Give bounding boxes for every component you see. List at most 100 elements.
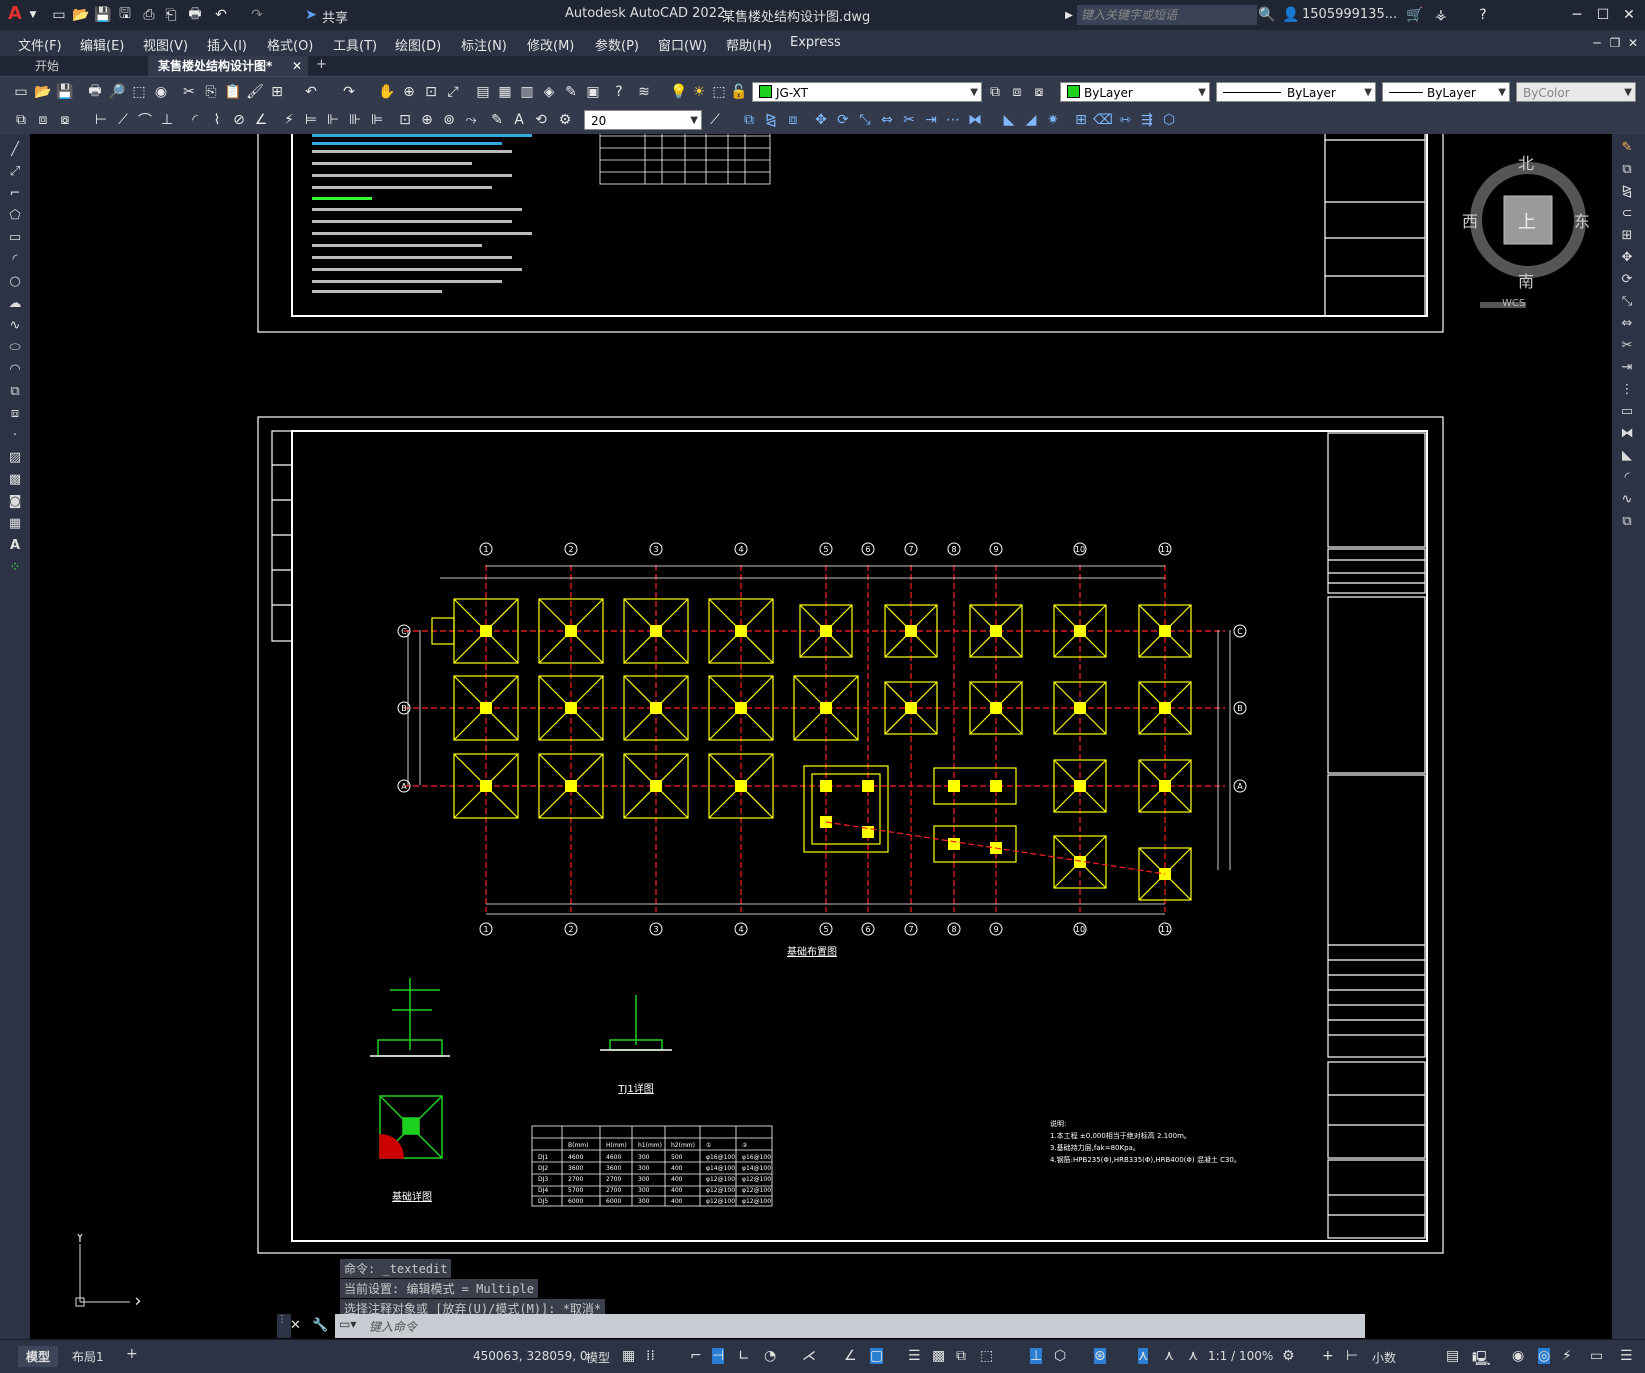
- plot-icon[interactable]: 🖶: [186, 6, 204, 24]
- viewcube-east[interactable]: 东: [1574, 208, 1590, 232]
- add-selected-icon[interactable]: ⁘: [6, 560, 24, 578]
- help-icon[interactable]: ?: [1474, 6, 1492, 24]
- stretch-r-icon[interactable]: ⇔: [1618, 316, 1636, 334]
- matchprop-icon[interactable]: 🖌: [246, 83, 264, 101]
- autoscale-icon[interactable]: ⋏: [1164, 1348, 1174, 1364]
- dim-space-icon[interactable]: ⊪: [346, 111, 364, 129]
- grid-icon[interactable]: ▦: [622, 1348, 635, 1364]
- dim-angular-icon[interactable]: ∠: [252, 111, 270, 129]
- offset-r-icon[interactable]: ⊂: [1618, 206, 1636, 224]
- doc-restore-icon[interactable]: ❐: [1606, 34, 1624, 52]
- menu-help[interactable]: 帮助(H): [726, 35, 772, 54]
- publish3d-icon[interactable]: ⬚: [130, 83, 148, 101]
- dim-linear-icon[interactable]: ⊢: [92, 111, 110, 129]
- copy-obj-icon[interactable]: ⧉: [740, 111, 758, 129]
- menu-insert[interactable]: 插入(I): [207, 35, 247, 54]
- preview-icon[interactable]: 🔎: [108, 83, 126, 101]
- layer-unisolate-icon[interactable]: ⧇: [56, 111, 74, 129]
- wcs-menu[interactable]: WCS: [1502, 298, 1525, 309]
- block-icon[interactable]: ⊞: [268, 83, 286, 101]
- rectangle-icon[interactable]: ▭: [6, 230, 24, 248]
- center-mark-icon[interactable]: ⊕: [418, 111, 436, 129]
- explode-r-icon[interactable]: ⧉: [1618, 514, 1636, 532]
- selection-cycling-icon[interactable]: ⧉: [956, 1348, 966, 1364]
- offset-icon[interactable]: ⧈: [784, 111, 802, 129]
- tolerance-icon[interactable]: ⊡: [396, 111, 414, 129]
- hardware-accel-icon[interactable]: ◎: [1538, 1348, 1551, 1364]
- tab-close-icon[interactable]: ✕: [292, 56, 302, 76]
- make-block-icon[interactable]: ⧈: [6, 406, 24, 424]
- cart-icon[interactable]: 🛒: [1406, 6, 1424, 24]
- polygon-icon[interactable]: ⬠: [6, 208, 24, 226]
- viewcube-west[interactable]: 西: [1462, 208, 1478, 232]
- dropdown-icon[interactable]: ▼: [24, 6, 42, 24]
- inspect-icon[interactable]: ⊚: [440, 111, 458, 129]
- insert-block-icon[interactable]: ⧉: [6, 384, 24, 402]
- polar-icon[interactable]: ◔: [764, 1348, 776, 1364]
- undo2-icon[interactable]: ↶: [302, 83, 320, 101]
- menu-edit[interactable]: 编辑(E): [80, 35, 124, 54]
- viewcube[interactable]: 北 南 西 东 上 WCS: [1462, 148, 1590, 316]
- dim-arc-icon[interactable]: ⌒: [136, 111, 154, 129]
- isodraft-icon[interactable]: ⋌: [802, 1348, 816, 1364]
- menu-view[interactable]: 视图(V): [143, 35, 188, 54]
- viewcube-top-face[interactable]: 上: [1518, 208, 1536, 234]
- array-r-icon[interactable]: ⊞: [1618, 228, 1636, 246]
- region-icon[interactable]: ◙: [6, 494, 24, 512]
- help2-icon[interactable]: ?: [610, 83, 628, 101]
- maximize-icon[interactable]: ☐: [1594, 6, 1612, 24]
- dim-aligned-icon[interactable]: ⟋: [114, 111, 132, 129]
- mtext-icon[interactable]: A: [6, 538, 24, 556]
- align-icon[interactable]: ⇶: [1138, 111, 1156, 129]
- scale-r-icon[interactable]: ⤡: [1618, 294, 1636, 312]
- fillet-r-icon[interactable]: ◜: [1618, 470, 1636, 488]
- tab-layout1[interactable]: 布局1: [72, 1348, 104, 1365]
- menu-tools[interactable]: 工具(T): [333, 35, 377, 54]
- search-icon[interactable]: 🔍: [1258, 6, 1276, 24]
- extend-r-icon[interactable]: ⇥: [1618, 360, 1636, 378]
- open-icon[interactable]: 📂: [72, 6, 90, 24]
- annotation-monitor-icon[interactable]: +: [1322, 1348, 1334, 1364]
- share-icon[interactable]: ➤: [302, 6, 320, 24]
- join-r-icon[interactable]: ⧓: [1618, 426, 1636, 444]
- isolate-objects-icon[interactable]: ◉: [1512, 1348, 1524, 1364]
- pan-icon[interactable]: ✋: [378, 83, 396, 101]
- line-icon[interactable]: ╱: [6, 142, 24, 160]
- osnap-tracking-icon[interactable]: ∠: [844, 1348, 857, 1364]
- zoom-realtime-icon[interactable]: ⊕: [400, 83, 418, 101]
- copy-r-icon[interactable]: ⧉: [1618, 162, 1636, 180]
- markup-icon[interactable]: ✎: [562, 83, 580, 101]
- saveas-icon[interactable]: 🖫: [116, 6, 134, 24]
- zoom-previous-icon[interactable]: ⤢: [444, 83, 462, 101]
- snap-icon[interactable]: ⁞⁞: [646, 1348, 655, 1364]
- command-close-icon[interactable]: ✕: [290, 1318, 301, 1333]
- paste-icon[interactable]: 📋: [224, 83, 242, 101]
- units-icon[interactable]: ⊢: [1346, 1348, 1358, 1364]
- user-icon[interactable]: 👤: [1282, 6, 1300, 24]
- break-r-icon[interactable]: ▭: [1618, 404, 1636, 422]
- close-icon[interactable]: ✕: [1620, 6, 1638, 24]
- zoom-window-icon[interactable]: ⊡: [422, 83, 440, 101]
- polyline-icon[interactable]: ⌐: [6, 186, 24, 204]
- chamfer-r-icon[interactable]: ◣: [1618, 448, 1636, 466]
- fillet-icon[interactable]: ◢: [1022, 111, 1040, 129]
- array-icon[interactable]: ⊞: [1072, 111, 1090, 129]
- bulb-icon[interactable]: 💡: [670, 83, 688, 101]
- scale-icon[interactable]: ⤡: [856, 111, 874, 129]
- xline-icon[interactable]: ⤢: [6, 164, 24, 182]
- annotation-visibility-icon[interactable]: ⋏: [1138, 1348, 1149, 1364]
- rotate-icon[interactable]: ⟳: [834, 111, 852, 129]
- 3dosnap-icon[interactable]: ⬚: [980, 1348, 993, 1364]
- transparency-icon[interactable]: ▩: [932, 1348, 945, 1364]
- dim-continue-icon[interactable]: ⊩: [324, 111, 342, 129]
- osnap-icon[interactable]: ▢: [870, 1348, 884, 1364]
- redo-icon[interactable]: ↷: [248, 6, 266, 24]
- ellipse-arc-icon[interactable]: ◠: [6, 362, 24, 380]
- copy-icon[interactable]: ⎘: [202, 83, 220, 101]
- globe-icon[interactable]: ◉: [152, 83, 170, 101]
- publish-icon[interactable]: ⎗: [162, 6, 180, 24]
- plotstyle-dropdown[interactable]: ByColor ▼: [1516, 82, 1636, 102]
- join-icon[interactable]: ⧓: [966, 111, 984, 129]
- sun-icon[interactable]: ☀: [690, 83, 708, 101]
- dimscale-dropdown[interactable]: 20 ▼: [584, 110, 702, 130]
